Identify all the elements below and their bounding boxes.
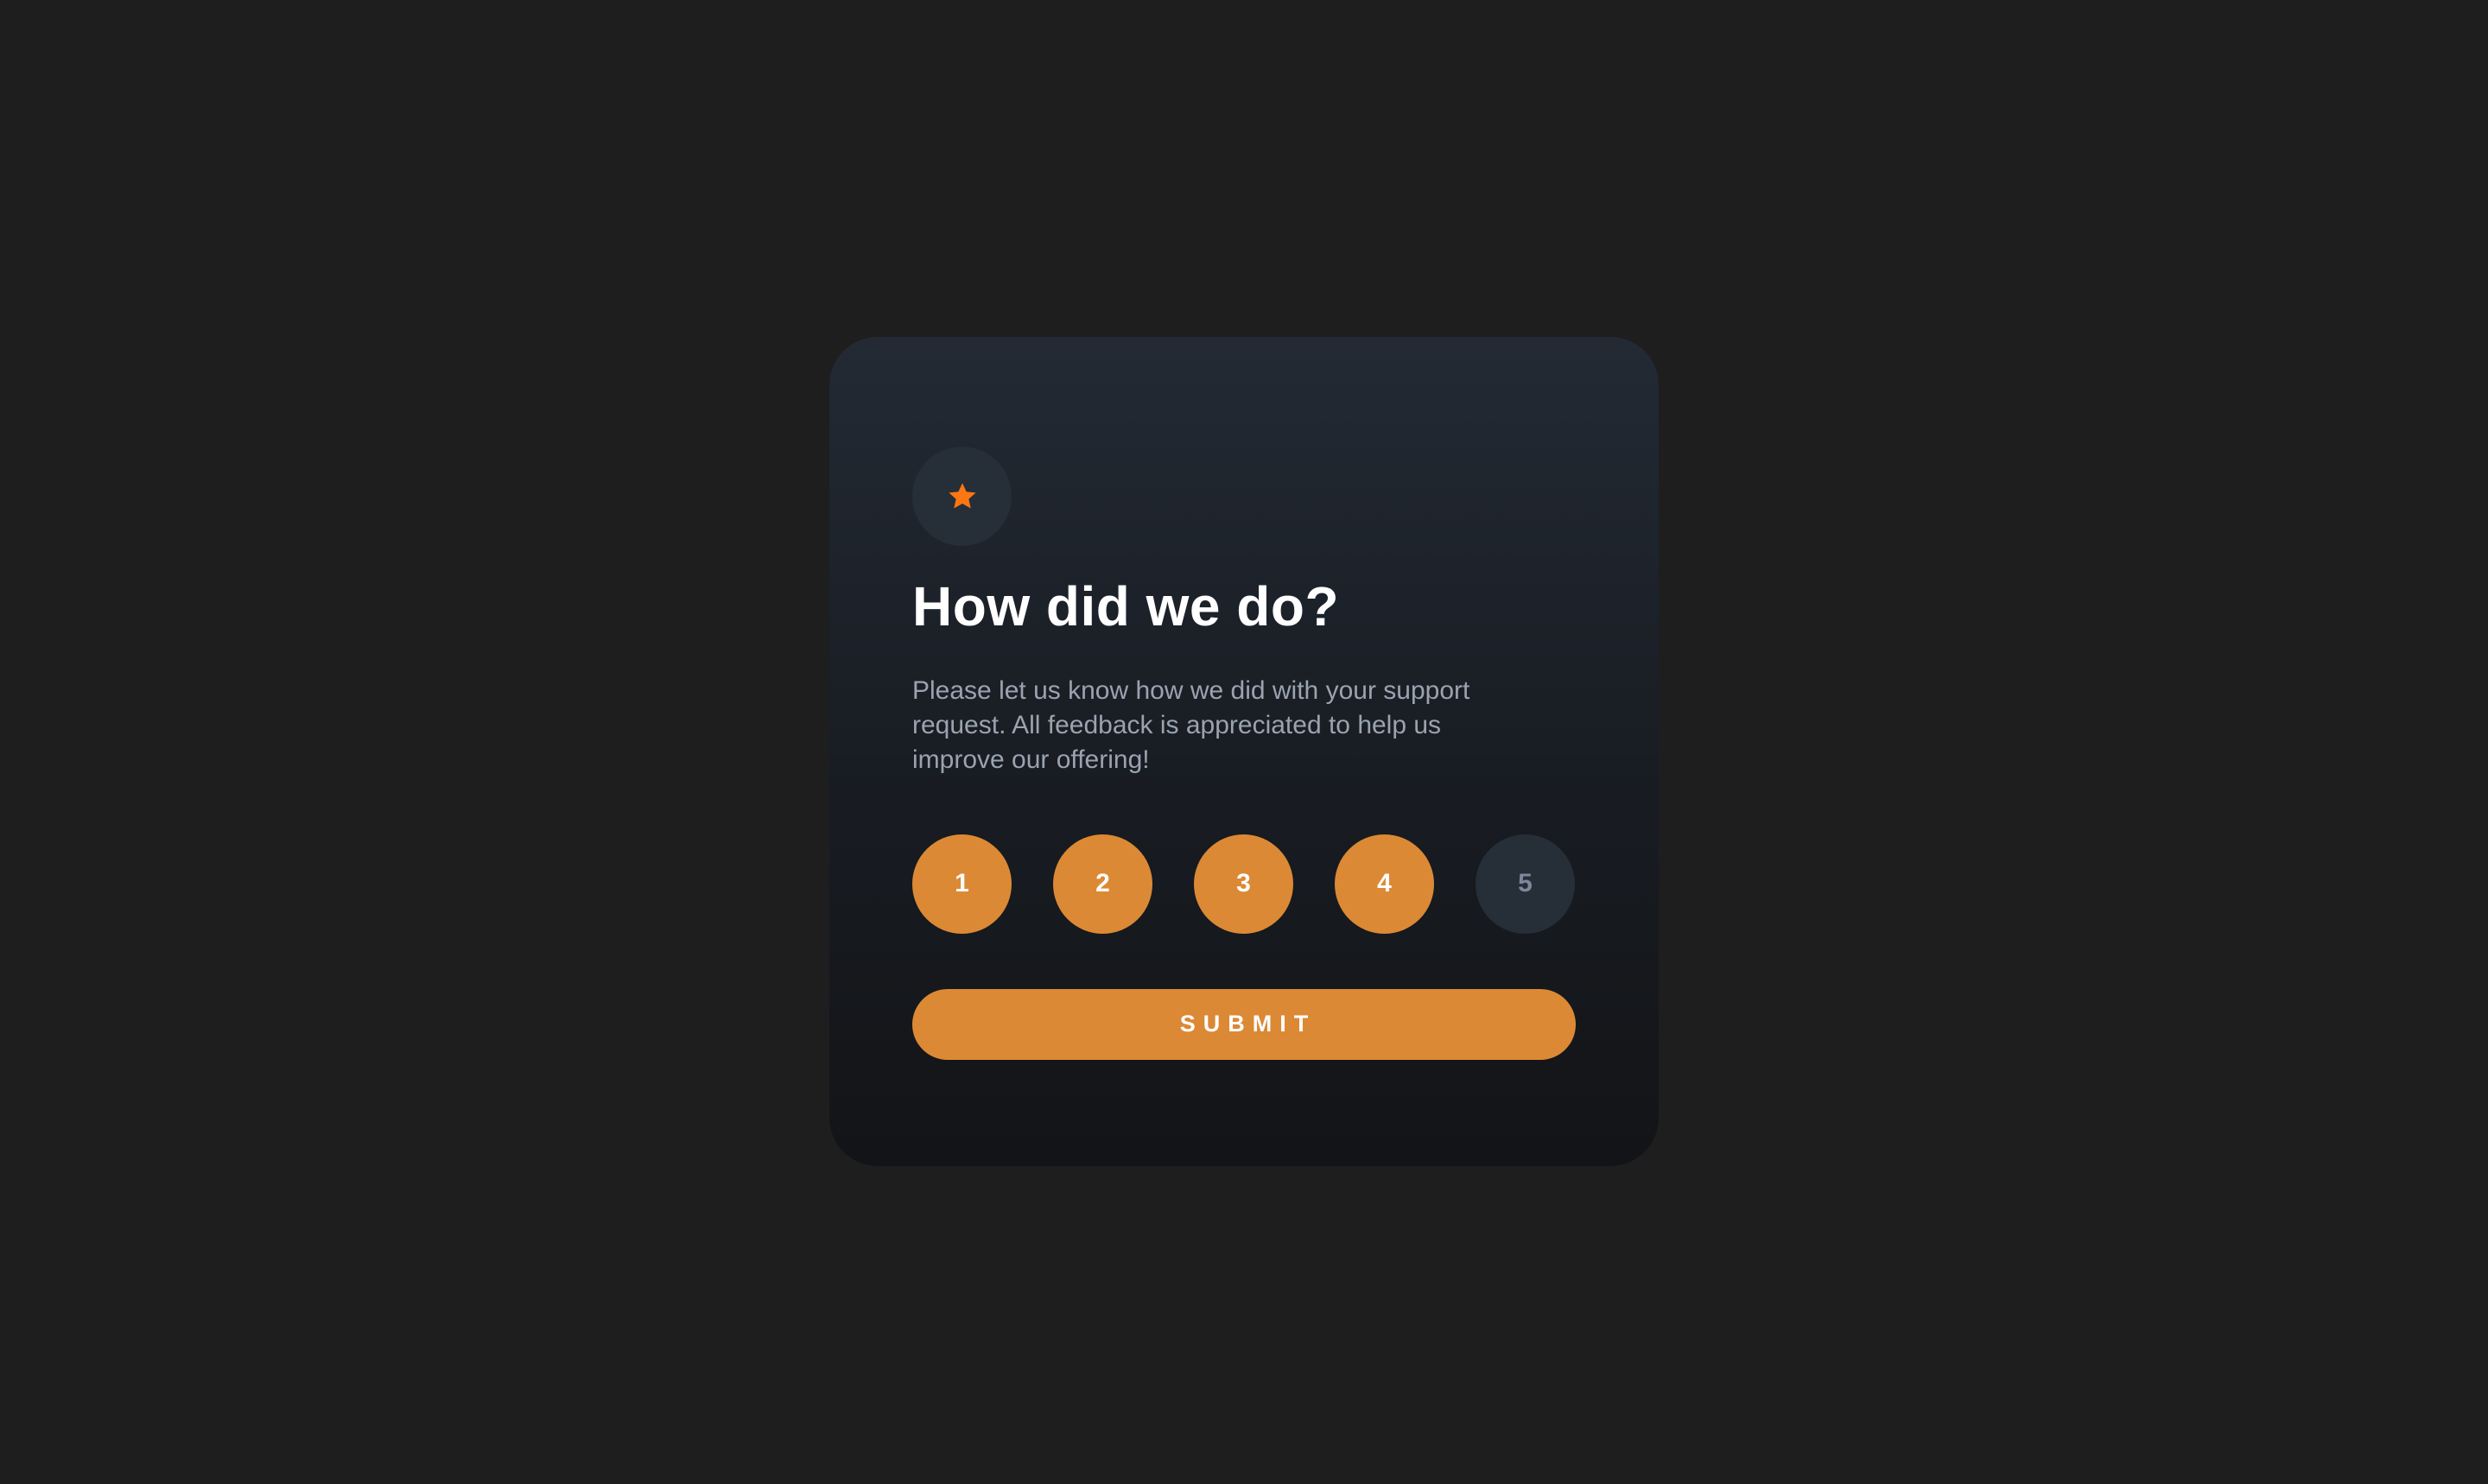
- rating-button-3[interactable]: 3: [1194, 834, 1293, 934]
- star-icon: [948, 482, 976, 508]
- rating-button-2[interactable]: 2: [1053, 834, 1152, 934]
- star-badge: [912, 447, 1012, 546]
- card-title: How did we do?: [912, 575, 1340, 637]
- rating-button-5[interactable]: 5: [1476, 834, 1575, 934]
- submit-button[interactable]: SUBMIT: [912, 988, 1576, 1060]
- rating-options: 1 2 3 4 5: [912, 834, 1576, 934]
- rating-button-4[interactable]: 4: [1335, 834, 1434, 934]
- rating-button-1[interactable]: 1: [912, 834, 1012, 934]
- card-description: Please let us know how we did with your …: [912, 675, 1470, 774]
- rating-card: How did we do? Please let us know how we…: [829, 337, 1659, 1166]
